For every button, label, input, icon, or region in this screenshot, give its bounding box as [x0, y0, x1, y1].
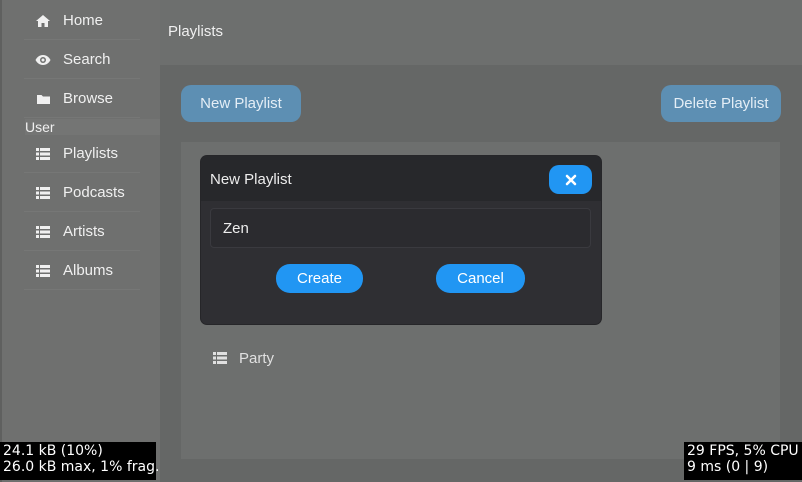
sidebar: Home Search Browse User Playlists Podcas…	[0, 0, 162, 482]
list-icon	[35, 186, 51, 200]
list-icon	[35, 264, 51, 278]
create-button[interactable]: Create	[276, 264, 363, 293]
sidebar-item-home[interactable]: Home	[24, 2, 140, 40]
list-item[interactable]: Party	[213, 348, 274, 368]
list-icon	[213, 352, 227, 364]
sidebar-item-search[interactable]: Search	[24, 41, 140, 79]
performance-stats-line: 9 ms (0 | 9)	[687, 459, 769, 475]
memory-stats-line: 26.0 kB max, 1% frag.	[3, 459, 160, 475]
sidebar-item-label: Podcasts	[63, 184, 125, 201]
page-title: Playlists	[168, 23, 224, 40]
playlist-name-input[interactable]	[210, 208, 591, 248]
new-playlist-button[interactable]: New Playlist	[181, 85, 301, 122]
sidebar-item-label: Browse	[63, 90, 114, 107]
sidebar-section-user: User	[25, 119, 162, 135]
dialog-titlebar: New Playlist	[201, 156, 601, 201]
new-playlist-dialog: New Playlist Create Cancel	[201, 156, 601, 324]
main-header: Playlists	[160, 0, 802, 65]
sidebar-item-playlists[interactable]: Playlists	[24, 135, 140, 173]
app-window: Home Search Browse User Playlists Podcas…	[0, 0, 802, 482]
sidebar-item-label: Artists	[63, 223, 105, 240]
home-icon	[35, 14, 51, 28]
delete-playlist-button[interactable]: Delete Playlist	[661, 85, 781, 122]
sidebar-item-browse[interactable]: Browse	[24, 80, 140, 118]
performance-stats-line: 29 FPS, 5% CPU	[687, 443, 799, 459]
eye-icon	[35, 53, 51, 67]
list-icon	[35, 225, 51, 239]
cancel-button[interactable]: Cancel	[436, 264, 525, 293]
sidebar-item-label: Search	[63, 51, 111, 68]
list-item-label: Party	[239, 349, 275, 367]
close-icon	[565, 174, 577, 186]
sidebar-item-label: Albums	[63, 262, 114, 279]
sidebar-item-label: Playlists	[63, 145, 119, 162]
memory-stats: 24.1 kB (10%) 26.0 kB max, 1% frag.	[0, 442, 160, 480]
sidebar-item-podcasts[interactable]: Podcasts	[24, 174, 140, 212]
dialog-title: New Playlist	[210, 171, 292, 188]
folder-icon	[35, 92, 51, 106]
list-icon	[35, 147, 51, 161]
dialog-close-button[interactable]	[549, 165, 592, 194]
sidebar-item-albums[interactable]: Albums	[24, 252, 140, 290]
sidebar-item-label: Home	[63, 12, 104, 29]
performance-stats: 29 FPS, 5% CPU 9 ms (0 | 9)	[684, 442, 802, 480]
sidebar-item-artists[interactable]: Artists	[24, 213, 140, 251]
memory-stats-line: 24.1 kB (10%)	[3, 443, 103, 459]
